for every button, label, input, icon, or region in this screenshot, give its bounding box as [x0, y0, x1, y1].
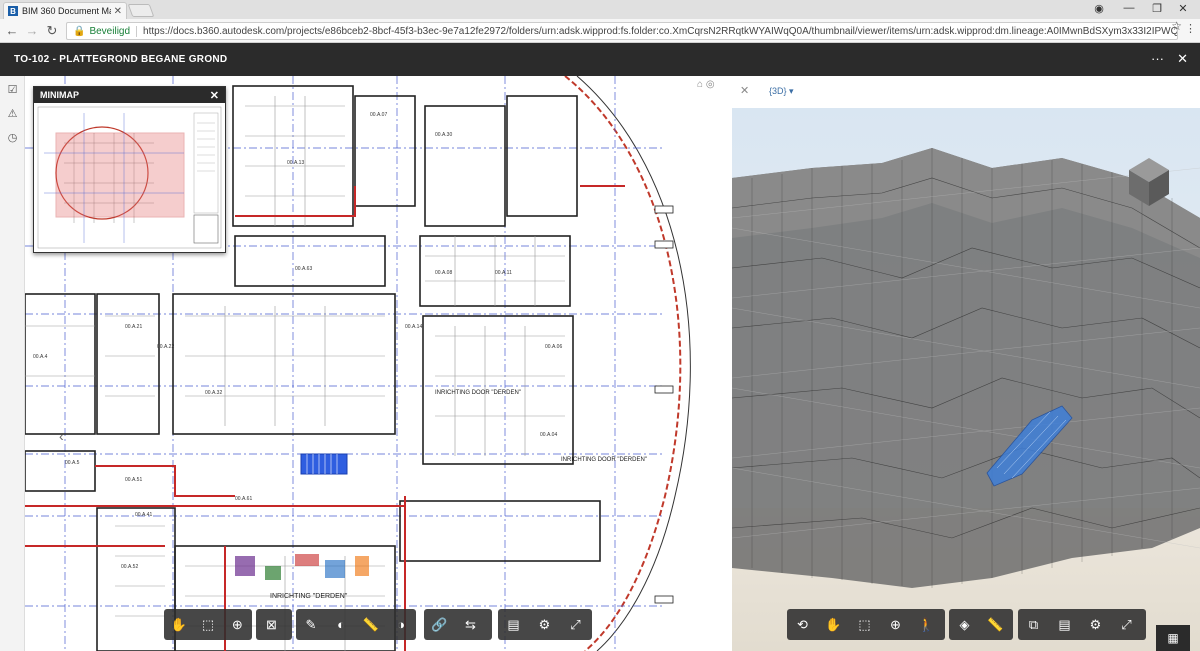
- home-view-icon[interactable]: ⌂ ◎: [697, 79, 715, 90]
- url-text: https://docs.b360.autodesk.com/projects/…: [143, 25, 1178, 37]
- markup-icon[interactable]: ✎: [296, 609, 326, 640]
- minimap-panel[interactable]: MINIMAP ✕: [33, 86, 226, 253]
- zoom-window-icon[interactable]: ⬚: [193, 609, 222, 640]
- minimap-sheet-preview: [37, 106, 222, 249]
- address-bar-row: ← → ↻ 🔒 Beveiligd https://docs.b360.auto…: [0, 19, 1200, 43]
- svg-text:00.A.4: 00.A.4: [33, 354, 48, 360]
- model-browser-icon[interactable]: ⧉: [1018, 609, 1049, 640]
- pan-hand-icon[interactable]: ✋: [164, 609, 193, 640]
- restore-icon[interactable]: ❐: [1146, 2, 1168, 15]
- svg-text:00.A.5: 00.A.5: [65, 460, 80, 466]
- viewer-3d-header: ✕ {3D} ▾: [732, 76, 1200, 108]
- link-icon[interactable]: 🔗: [424, 609, 455, 640]
- minimize-icon[interactable]: —: [1118, 2, 1140, 14]
- minimap-close-icon[interactable]: ✕: [210, 89, 219, 102]
- left-rail: ☑ ⚠ ◷: [0, 76, 25, 651]
- svg-text:00.A.32: 00.A.32: [205, 390, 222, 396]
- toolbar-2d-fit: ⊠: [256, 609, 292, 640]
- lock-icon: 🔒: [73, 25, 86, 37]
- svg-text:00.A.21: 00.A.21: [125, 324, 142, 330]
- minimap-title: MINIMAP: [40, 90, 79, 100]
- section-box-icon[interactable]: ◈: [949, 609, 980, 640]
- visibility-icon[interactable]: ◑: [386, 609, 416, 640]
- browser-tab-strip: B BIM 360 Document Man ✕ ◉ — ❐ ✕: [0, 0, 1200, 19]
- svg-text:00.A.06: 00.A.06: [545, 344, 562, 350]
- first-person-icon[interactable]: 🚶: [911, 609, 942, 640]
- toolbar-2d-markup: ✎ ◐ 📏 ◑: [296, 609, 416, 640]
- hide-icon[interactable]: ◐: [326, 609, 356, 640]
- fullscreen-3d-icon[interactable]: ⤢: [1111, 609, 1142, 640]
- svg-text:00.A.30: 00.A.30: [435, 132, 452, 138]
- profile-icon[interactable]: ◉: [1088, 2, 1110, 15]
- new-tab-button[interactable]: [127, 4, 155, 17]
- secure-label: Beveiligd: [89, 25, 138, 37]
- browser-menu-icon[interactable]: ⋮: [1185, 22, 1196, 35]
- close-viewer-icon[interactable]: ✕: [1177, 51, 1188, 67]
- close-window-icon[interactable]: ✕: [1172, 2, 1194, 15]
- sheets-icon[interactable]: ▤: [498, 609, 529, 640]
- history-clock-icon[interactable]: ◷: [5, 131, 20, 146]
- minimap-thumbnail[interactable]: [34, 103, 225, 252]
- fit-view-3d-icon[interactable]: ⬚: [849, 609, 880, 640]
- settings-gear-icon[interactable]: ⚙: [529, 609, 560, 640]
- svg-text:00.A.51: 00.A.51: [125, 477, 142, 483]
- markup-check-icon[interactable]: ☑: [5, 83, 20, 98]
- minimap-header: MINIMAP ✕: [34, 87, 225, 103]
- close-3d-icon[interactable]: ✕: [740, 84, 749, 97]
- model-viewer-3d[interactable]: ✕ {3D} ▾: [732, 76, 1200, 651]
- reload-icon[interactable]: ↻: [44, 23, 60, 39]
- toolbar-3d-settings: ⧉ ▤ ⚙ ⤢: [1018, 609, 1146, 640]
- back-icon[interactable]: ←: [4, 23, 20, 38]
- svg-text:00.A.13: 00.A.13: [287, 160, 304, 166]
- tab-title: BIM 360 Document Man: [22, 6, 111, 16]
- document-title: TO-102 - PLATTEGROND BEGANE GROND: [14, 54, 228, 65]
- svg-text:00.A.61: 00.A.61: [235, 496, 252, 502]
- plan-annotation-2: INRICHTING DOOR "DERDEN": [561, 457, 647, 463]
- screen: { "browser": { "tab_title": "BIM 360 Doc…: [0, 0, 1200, 651]
- compare-icon[interactable]: ⇆: [455, 609, 486, 640]
- browser-tab[interactable]: B BIM 360 Document Man ✕: [3, 2, 127, 19]
- svg-text:00.A.14: 00.A.14: [405, 324, 422, 330]
- orbit-icon[interactable]: ⟲: [787, 609, 818, 640]
- bookmark-star-icon[interactable]: ☆: [1171, 19, 1182, 33]
- svg-text:00.A.07: 00.A.07: [370, 112, 387, 118]
- app-header: TO-102 - PLATTEGROND BEGANE GROND ··· ✕: [0, 43, 1200, 76]
- toolbar-3d-tools: ◈ 📏: [949, 609, 1013, 640]
- measure-3d-icon[interactable]: 📏: [980, 609, 1011, 640]
- properties-icon[interactable]: ▤: [1049, 609, 1080, 640]
- plan-annotation-1: INRICHTING DOOR "DERDEN": [435, 390, 521, 396]
- previous-sheet-icon[interactable]: ‹: [59, 428, 64, 444]
- settings-3d-gear-icon[interactable]: ⚙: [1080, 609, 1111, 640]
- measure-ruler-icon[interactable]: 📏: [356, 609, 386, 640]
- plan-annotation-3: INRICHTING "DERDEN": [270, 593, 348, 600]
- svg-text:00.A.11: 00.A.11: [495, 270, 512, 276]
- zoom-fit-icon[interactable]: ⊕: [223, 609, 252, 640]
- issues-warning-icon[interactable]: ⚠: [5, 107, 20, 122]
- toolbar-2d-settings: ▤ ⚙ ⤢: [498, 609, 592, 640]
- svg-text:00.A.52: 00.A.52: [121, 564, 138, 570]
- svg-text:00.A.08: 00.A.08: [435, 270, 452, 276]
- url-field[interactable]: 🔒 Beveiligd https://docs.b360.autodesk.c…: [66, 22, 1178, 40]
- toolbar-3d-navigation: ⟲ ✋ ⬚ ⊕ 🚶: [787, 609, 945, 640]
- forward-icon[interactable]: →: [24, 23, 40, 38]
- building-model-render: [732, 108, 1200, 651]
- more-options-icon[interactable]: ···: [1151, 51, 1164, 66]
- svg-text:00.A.63: 00.A.63: [295, 266, 312, 272]
- svg-text:00.A.22: 00.A.22: [157, 344, 174, 350]
- toolbar-2d-link: 🔗 ⇆: [424, 609, 492, 640]
- view-name: {3D}: [769, 86, 787, 96]
- close-tab-icon[interactable]: ✕: [114, 6, 122, 17]
- bim360-favicon-icon: B: [8, 6, 18, 16]
- svg-text:00.A.41: 00.A.41: [135, 512, 152, 518]
- grid-layout-icon[interactable]: ▦: [1156, 625, 1190, 651]
- fit-view-icon[interactable]: ⊠: [256, 609, 287, 640]
- toolbar-2d-navigation: ✋ ⬚ ⊕: [164, 609, 252, 640]
- svg-text:00.A.04: 00.A.04: [540, 432, 557, 438]
- view-selector[interactable]: {3D} ▾: [769, 86, 794, 97]
- zoom-3d-icon[interactable]: ⊕: [880, 609, 911, 640]
- fullscreen-icon[interactable]: ⤢: [560, 609, 591, 640]
- pan-hand-3d-icon[interactable]: ✋: [818, 609, 849, 640]
